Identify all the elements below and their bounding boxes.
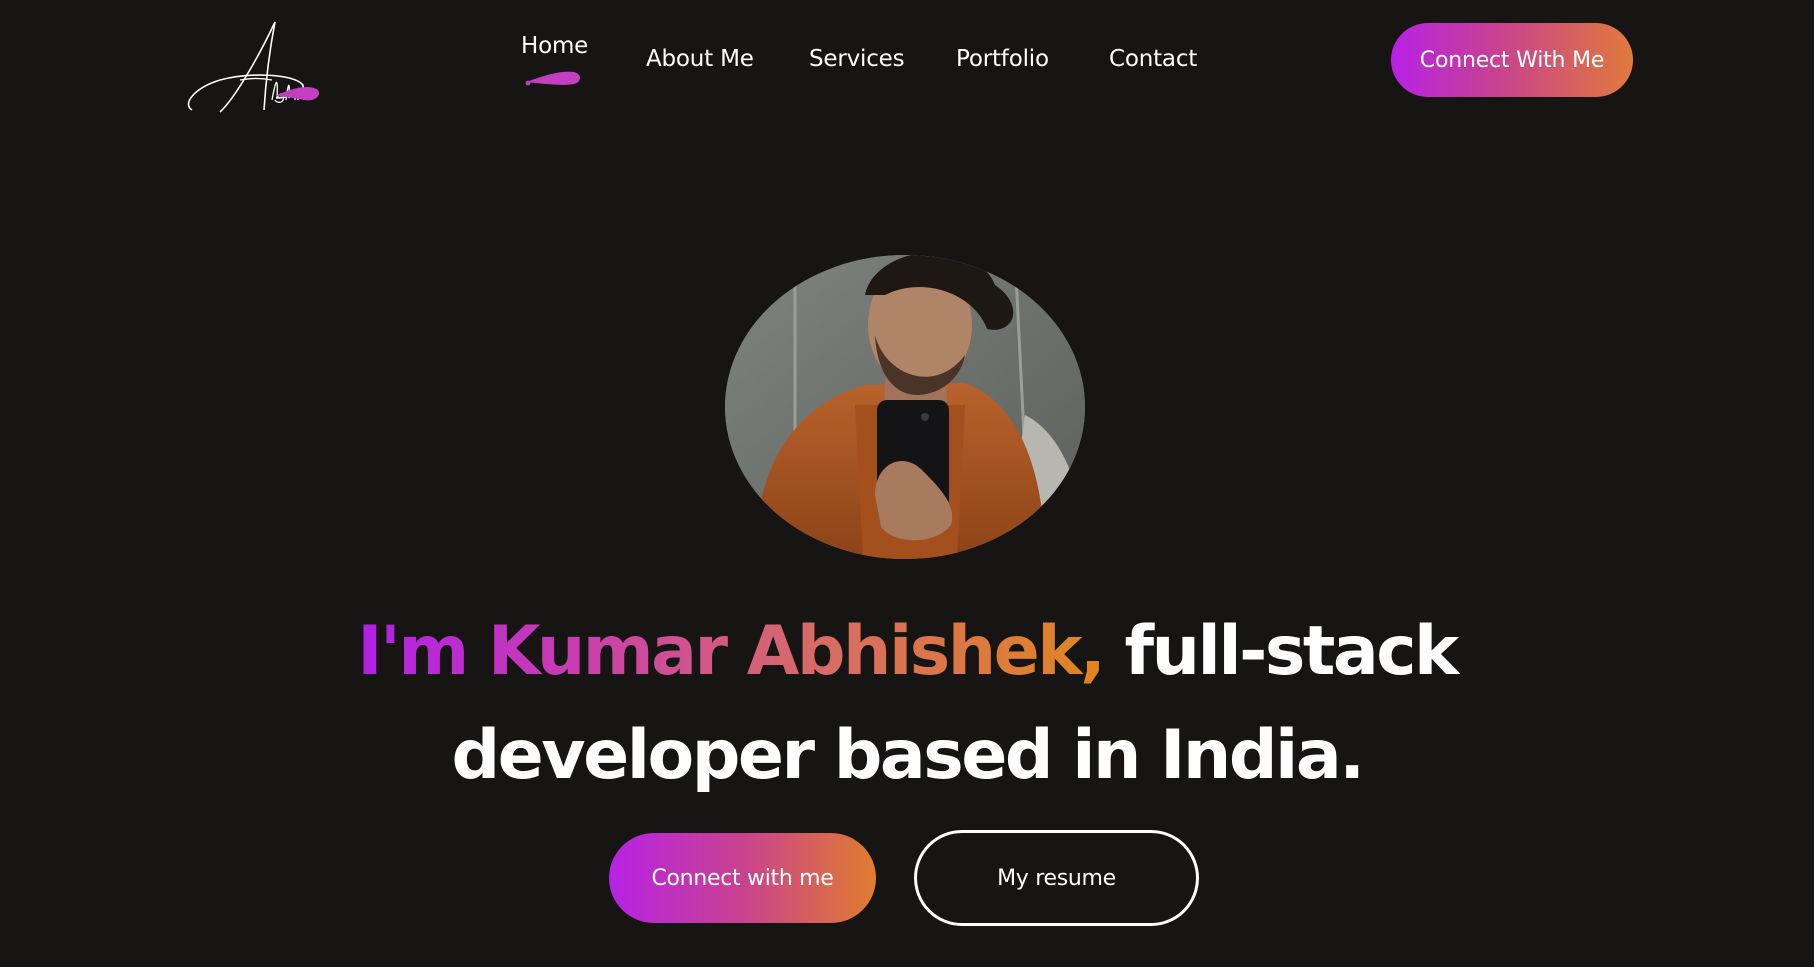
nav-item-portfolio[interactable]: Portfolio: [956, 46, 1049, 72]
profile-photo-icon: [725, 255, 1085, 559]
nav-item-about-me[interactable]: About Me: [646, 46, 754, 72]
active-indicator-icon: [524, 68, 582, 88]
my-resume-button[interactable]: My resume: [914, 830, 1199, 926]
headline-line-1: I'm Kumar Abhishek, full-stack: [0, 600, 1814, 704]
nav-item-contact[interactable]: Contact: [1109, 46, 1197, 72]
headline-line-2: developer based in India.: [451, 716, 1365, 795]
navbar: Abhi Home About Me Services Portfolio Co…: [0, 0, 1814, 120]
headline-name-highlight: I'm Kumar Abhishek,: [357, 612, 1106, 691]
avatar: [725, 255, 1085, 559]
hero-headline: I'm Kumar Abhishek, full-stack developer…: [0, 600, 1814, 808]
portfolio-page: Abhi Home About Me Services Portfolio Co…: [0, 0, 1814, 967]
headline-role: full-stack: [1103, 612, 1460, 691]
connect-with-me-button[interactable]: Connect with me: [609, 833, 876, 923]
nav-item-home[interactable]: Home: [521, 33, 588, 59]
nav-item-services[interactable]: Services: [809, 46, 905, 72]
connect-with-me-header-button[interactable]: Connect With Me: [1391, 23, 1633, 97]
